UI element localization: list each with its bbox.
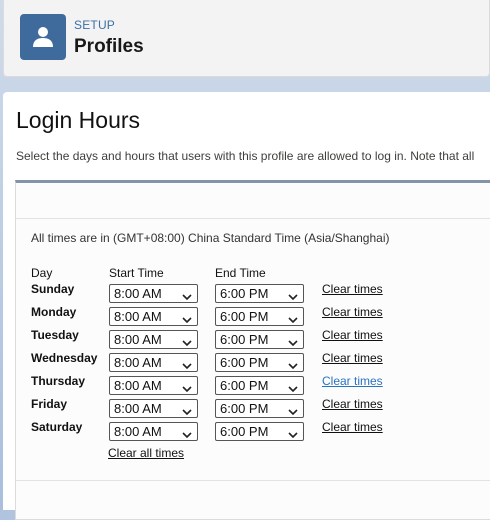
day-label-saturday: Saturday [31, 420, 83, 434]
header-eyebrow: SETUP [74, 18, 116, 32]
start-time-select-sunday[interactable]: 8:00 AM [109, 284, 198, 303]
timezone-note: All times are in (GMT+08:00) China Stand… [31, 231, 390, 245]
clear-times-link-saturday[interactable]: Clear times [322, 420, 383, 434]
clear-all-times-link[interactable]: Clear all times [108, 446, 184, 460]
end-time-value: 6:00 PM [220, 309, 269, 324]
chevron-down-icon [182, 358, 192, 370]
login-hours-panel: All times are in (GMT+08:00) China Stand… [15, 180, 490, 520]
column-header-start-time: Start Time [109, 266, 164, 280]
clear-times-link-friday[interactable]: Clear times [322, 397, 383, 411]
start-time-select-friday[interactable]: 8:00 AM [109, 399, 198, 418]
clear-times-link-thursday[interactable]: Clear times [322, 374, 383, 388]
end-time-select-thursday[interactable]: 6:00 PM [215, 376, 304, 395]
page-description: Select the days and hours that users wit… [16, 149, 475, 163]
end-time-value: 6:00 PM [220, 378, 269, 393]
start-time-value: 8:00 AM [114, 401, 162, 416]
day-label-sunday: Sunday [31, 282, 75, 296]
column-header-day: Day [31, 266, 53, 280]
chevron-down-icon [182, 289, 192, 301]
chevron-down-icon [288, 427, 298, 439]
start-time-value: 8:00 AM [114, 309, 162, 324]
end-time-select-wednesday[interactable]: 6:00 PM [215, 353, 304, 372]
start-time-select-saturday[interactable]: 8:00 AM [109, 422, 198, 441]
end-time-select-tuesday[interactable]: 6:00 PM [215, 330, 304, 349]
end-time-value: 6:00 PM [220, 401, 269, 416]
user-icon [20, 14, 66, 60]
end-time-select-saturday[interactable]: 6:00 PM [215, 422, 304, 441]
clear-times-link-wednesday[interactable]: Clear times [322, 351, 383, 365]
chevron-down-icon [288, 312, 298, 324]
chevron-down-icon [288, 381, 298, 393]
clear-times-link-monday[interactable]: Clear times [322, 305, 383, 319]
start-time-value: 8:00 AM [114, 424, 162, 439]
start-time-value: 8:00 AM [114, 355, 162, 370]
start-time-select-monday[interactable]: 8:00 AM [109, 307, 198, 326]
day-label-thursday: Thursday [31, 374, 86, 388]
day-label-friday: Friday [31, 397, 68, 411]
end-time-value: 6:00 PM [220, 332, 269, 347]
chevron-down-icon [182, 381, 192, 393]
end-time-select-friday[interactable]: 6:00 PM [215, 399, 304, 418]
chevron-down-icon [288, 404, 298, 416]
column-header-end-time: End Time [215, 266, 266, 280]
start-time-value: 8:00 AM [114, 332, 162, 347]
page-header: SETUP Profiles [3, 0, 490, 77]
chevron-down-icon [288, 289, 298, 301]
panel-bottom-divider [16, 480, 490, 481]
chevron-down-icon [182, 404, 192, 416]
start-time-select-wednesday[interactable]: 8:00 AM [109, 353, 198, 372]
end-time-select-monday[interactable]: 6:00 PM [215, 307, 304, 326]
end-time-value: 6:00 PM [220, 424, 269, 439]
chevron-down-icon [182, 427, 192, 439]
start-time-select-thursday[interactable]: 8:00 AM [109, 376, 198, 395]
clear-times-link-sunday[interactable]: Clear times [322, 282, 383, 296]
day-label-wednesday: Wednesday [31, 351, 98, 365]
chevron-down-icon [288, 335, 298, 347]
start-time-value: 8:00 AM [114, 286, 162, 301]
start-time-value: 8:00 AM [114, 378, 162, 393]
end-time-select-sunday[interactable]: 6:00 PM [215, 284, 304, 303]
end-time-value: 6:00 PM [220, 355, 269, 370]
clear-times-link-tuesday[interactable]: Clear times [322, 328, 383, 342]
chevron-down-icon [182, 335, 192, 347]
header-title: Profiles [74, 36, 144, 57]
chevron-down-icon [182, 312, 192, 324]
panel-divider [16, 218, 490, 219]
end-time-value: 6:00 PM [220, 286, 269, 301]
start-time-select-tuesday[interactable]: 8:00 AM [109, 330, 198, 349]
page-title: Login Hours [16, 107, 141, 133]
main-content: Login Hours Select the days and hours th… [3, 92, 490, 520]
chevron-down-icon [288, 358, 298, 370]
day-label-monday: Monday [31, 305, 77, 319]
day-label-tuesday: Tuesday [31, 328, 79, 342]
